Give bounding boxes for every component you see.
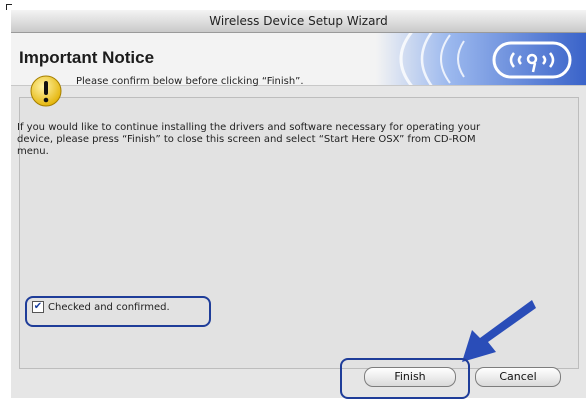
instructions-line: device, please press “Finish” to close t… [17,134,476,145]
instructions-line: If you would like to continue installing… [17,122,481,133]
wireless-signal-icon [376,33,586,85]
finish-button[interactable]: Finish [364,367,456,387]
notice-text: Please confirm below before clicking “Fi… [76,76,304,87]
instructions-text: If you would like to continue installing… [17,122,557,158]
confirm-checkbox-label: Checked and confirmed. [48,301,170,313]
confirm-checkbox[interactable]: ✔ Checked and confirmed. [32,301,170,313]
window-title: Wireless Device Setup Wizard [209,14,388,28]
window-titlebar[interactable]: Wireless Device Setup Wizard [11,10,586,33]
warning-icon [30,75,62,107]
pointer-arrow-icon [462,300,536,362]
page-title: Important Notice [19,48,155,67]
cancel-button[interactable]: Cancel [475,367,561,387]
instructions-line: menu. [17,146,49,157]
checkbox-checked-icon[interactable]: ✔ [32,301,44,313]
